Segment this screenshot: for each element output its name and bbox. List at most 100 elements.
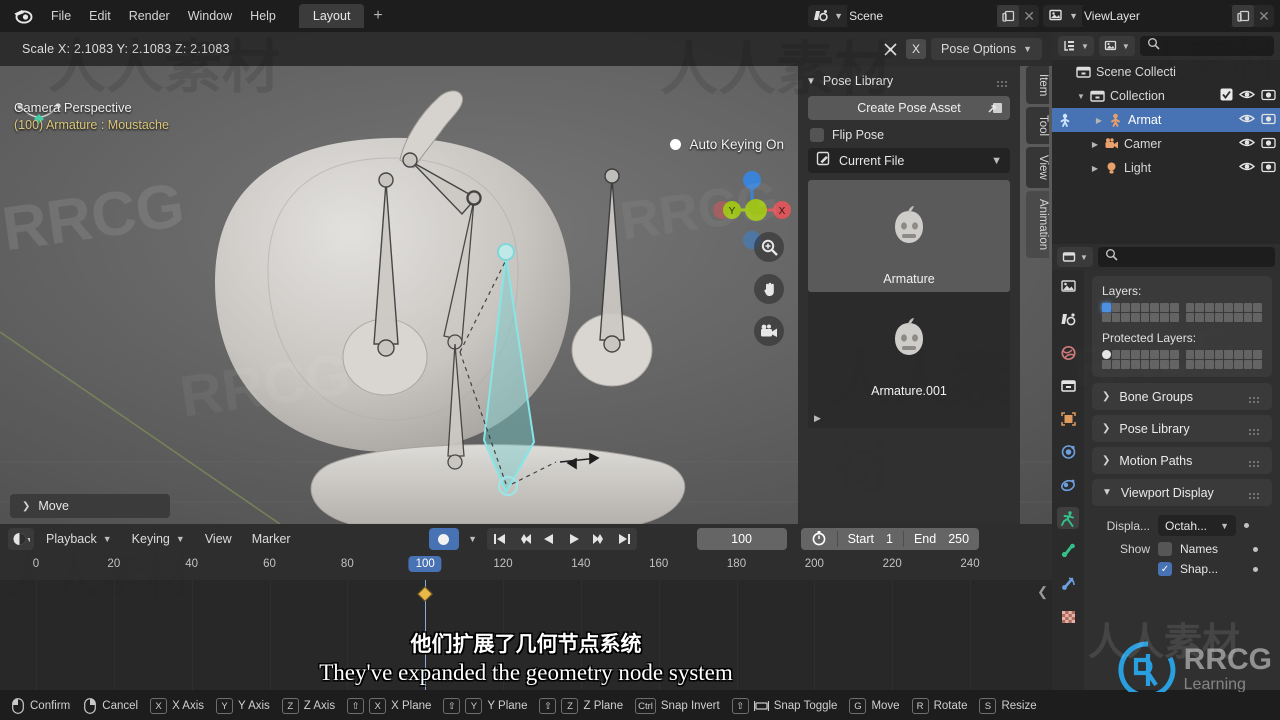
viewlayer-name-field[interactable]: ViewLayer [1082,5,1232,27]
layer-cell[interactable] [1204,303,1214,312]
animate-property-icon[interactable] [1244,523,1249,528]
protected-layer-cell[interactable] [1169,350,1179,359]
protected-grid-left[interactable] [1102,350,1179,369]
chevron-right-icon[interactable]: ▶ [1088,164,1102,173]
layer-cell[interactable] [1214,303,1224,312]
section-motion-paths[interactable]: ❯ Motion Paths [1092,447,1272,474]
menu-marker[interactable]: Marker [244,528,299,550]
render-visibility-icon[interactable] [1261,136,1276,152]
render-visibility-icon[interactable] [1261,88,1276,104]
protected-layer-cell[interactable] [1102,350,1111,359]
display-as-dropdown[interactable]: Octah... ▼ [1158,515,1236,536]
chevron-down-icon[interactable]: ▼ [1074,92,1088,101]
protected-layer-cell[interactable] [1195,360,1204,369]
layer-cell[interactable] [1204,313,1214,322]
pose-options-dropdown[interactable]: Pose Options ▼ [931,38,1042,60]
tab-animation[interactable]: Animation [1026,191,1049,259]
layer-cell[interactable] [1253,303,1262,312]
protected-layer-cell[interactable] [1243,350,1253,359]
tab-particles-icon[interactable] [1057,474,1079,496]
camera-icon[interactable] [754,316,784,346]
pose-asset-grid[interactable]: Armature Armature.001 ▶ [808,180,1010,428]
layers-grid-right[interactable] [1185,303,1262,322]
layer-cell[interactable] [1111,303,1121,312]
tab-world-icon[interactable] [1057,342,1079,364]
protected-layer-cell[interactable] [1185,350,1195,359]
layer-cell[interactable] [1111,313,1121,322]
layer-cell[interactable] [1160,313,1169,322]
current-frame-field[interactable]: 100 [696,528,787,550]
x-mirror-icon[interactable] [879,38,901,60]
tab-collection-icon[interactable] [1057,375,1079,397]
outliner-tree[interactable]: Scene Collecti ▼ Collection ▶ Armat ▶ Camer ▶ Li… [1052,60,1280,180]
pose-asset-item[interactable]: Armature [808,180,1010,292]
tab-object-icon[interactable] [1057,408,1079,430]
layers-grid-left[interactable] [1102,303,1179,322]
protected-layer-cell[interactable] [1204,350,1214,359]
layer-cell[interactable] [1102,303,1111,312]
layer-cell[interactable] [1150,303,1160,312]
protected-layer-cell[interactable] [1214,350,1224,359]
timeline-editor-icon[interactable]: ▼ [8,528,34,550]
zoom-icon[interactable] [754,232,784,262]
properties-search-input[interactable] [1097,247,1275,267]
timeline-collapse-icon[interactable]: ❮ [1037,584,1048,600]
section-pose-library[interactable]: ❯ Pose Library [1092,415,1272,442]
layer-cell[interactable] [1169,313,1179,322]
prev-keyframe-icon[interactable] [512,528,537,550]
protected-layer-cell[interactable] [1185,360,1195,369]
eye-icon[interactable] [1238,88,1256,104]
create-pose-asset-button[interactable]: Create Pose Asset [808,96,1010,120]
protected-layer-cell[interactable] [1233,360,1243,369]
play-icon[interactable] [562,528,587,550]
menu-window[interactable]: Window [179,6,241,26]
keying-popover-chevron-icon[interactable]: ▼ [463,528,483,550]
jump-start-icon[interactable] [487,528,512,550]
scene-selector[interactable]: ▼ Scene ✕ [808,5,1040,27]
protected-layer-cell[interactable] [1121,350,1131,359]
close-icon[interactable]: ✕ [1019,5,1039,27]
menu-help[interactable]: Help [241,6,285,26]
exclude-checkbox[interactable] [1220,88,1233,104]
layer-cell[interactable] [1253,313,1262,322]
layer-cell[interactable] [1233,303,1243,312]
outliner-filter-button[interactable]: ▼ [1098,36,1135,56]
navigation-gizmo[interactable]: X Y [704,162,800,258]
flip-pose-row[interactable]: Flip Pose [798,120,1020,146]
tab-object-data-icon[interactable] [1057,507,1079,529]
tab-render-icon[interactable] [1057,276,1079,298]
layer-cell[interactable] [1224,303,1233,312]
timeline-keyframe-area[interactable] [0,580,1052,690]
animate-property-icon[interactable] [1253,566,1258,572]
protected-layer-cell[interactable] [1253,350,1262,359]
close-icon[interactable]: ✕ [1254,5,1274,27]
viewlayer-selector[interactable]: ▼ ViewLayer ✕ [1043,5,1274,27]
layer-cell[interactable] [1121,313,1131,322]
blender-logo-icon[interactable] [10,3,36,29]
outliner-row[interactable]: Scene Collecti [1052,60,1280,84]
layer-cell[interactable] [1102,313,1111,322]
layer-cell[interactable] [1140,303,1150,312]
keyframe-marker[interactable] [417,586,433,602]
play-reverse-icon[interactable] [537,528,562,550]
layer-cell[interactable] [1195,313,1204,322]
names-checkbox[interactable] [1158,542,1172,556]
section-bone-groups[interactable]: ❯ Bone Groups [1092,383,1272,410]
tab-bone-constraint-icon[interactable] [1057,573,1079,595]
protected-grid-right[interactable] [1185,350,1262,369]
pose-asset-item[interactable]: Armature.001 [808,292,1010,404]
menu-view[interactable]: View [197,528,240,550]
asset-grid-expand-icon[interactable]: ▶ [814,413,821,424]
add-workspace-button[interactable]: + [364,7,391,25]
layers-grid[interactable] [1102,303,1262,322]
start-frame-field[interactable]: Start 1 [838,532,903,546]
eye-icon[interactable] [1238,112,1256,128]
eye-icon[interactable] [1238,136,1256,152]
layer-cell[interactable] [1150,313,1160,322]
protected-layer-cell[interactable] [1121,360,1131,369]
protected-layer-cell[interactable] [1253,360,1262,369]
chevron-right-icon[interactable]: ▶ [1088,140,1102,149]
pan-icon[interactable] [754,274,784,304]
outliner-row[interactable]: ▶ Armat [1052,108,1280,132]
timeline-editor[interactable]: ▼ Playback ▼ Keying ▼ View Marker ▼ 100 … [0,524,1052,690]
